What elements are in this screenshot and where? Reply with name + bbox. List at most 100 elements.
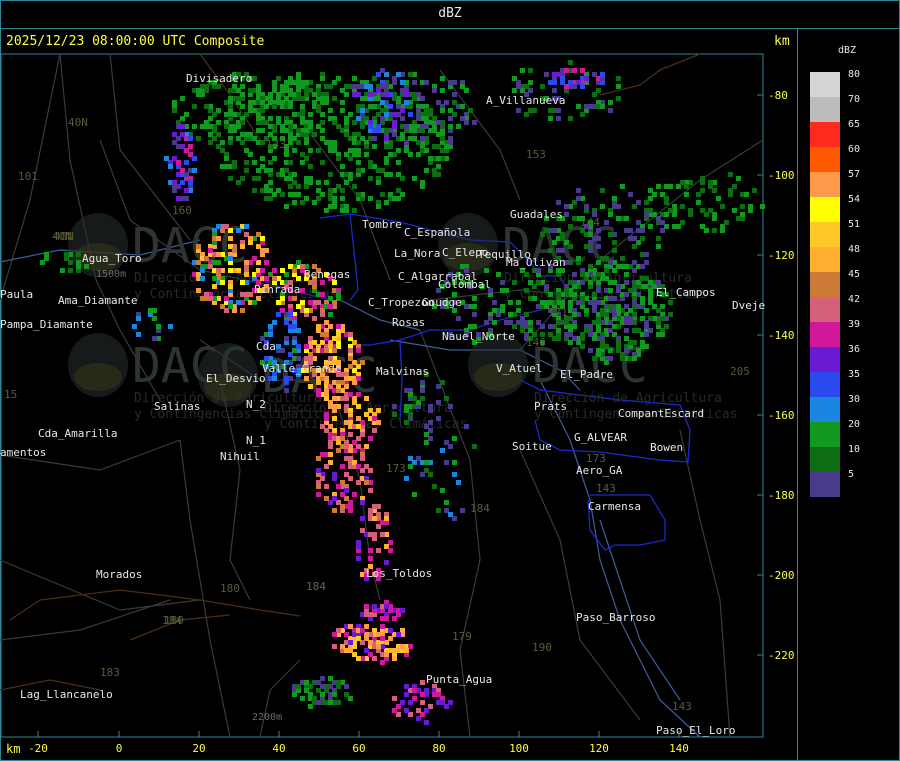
radar-echo-pixel xyxy=(276,300,281,305)
radar-echo-pixel xyxy=(300,80,305,85)
radar-echo-pixel xyxy=(308,124,313,129)
place-label: Lag_Llancanelo xyxy=(20,688,113,701)
radar-echo-pixel xyxy=(556,292,561,297)
radar-echo-pixel xyxy=(64,256,69,261)
radar-echo-pixel xyxy=(400,116,405,121)
watermark-subtitle: y Contingencias Climáticas xyxy=(134,287,338,302)
radar-echo-pixel xyxy=(648,300,653,305)
radar-echo-pixel xyxy=(392,112,397,117)
radar-echo-pixel xyxy=(240,104,245,109)
radar-echo-pixel xyxy=(628,192,633,197)
route-number: 153 xyxy=(526,148,546,161)
y-tick-label: -180 xyxy=(768,489,795,502)
radar-echo-pixel xyxy=(352,84,357,89)
radar-echo-pixel xyxy=(424,168,429,173)
radar-echo-pixel xyxy=(668,300,673,305)
radar-echo-pixel xyxy=(384,160,389,165)
radar-echo-pixel xyxy=(452,472,457,477)
radar-echo-pixel xyxy=(320,476,325,481)
radar-echo-pixel xyxy=(464,120,469,125)
radar-echo-pixel xyxy=(308,112,313,117)
radar-echo-pixel xyxy=(548,108,553,113)
place-label: Pampa_Diamante xyxy=(0,318,93,331)
radar-echo-pixel xyxy=(492,320,497,325)
x-tick-label: -20 xyxy=(28,742,48,755)
radar-echo-pixel xyxy=(624,228,629,233)
radar-echo-pixel xyxy=(740,204,745,209)
radar-echo-pixel xyxy=(616,76,621,81)
radar-echo-pixel xyxy=(440,76,445,81)
radar-echo-pixel xyxy=(304,680,309,685)
radar-echo-pixel xyxy=(224,124,229,129)
province-border xyxy=(599,53,701,96)
radar-echo-pixel xyxy=(372,428,377,433)
radar-echo-pixel xyxy=(616,340,621,345)
radar-echo-pixel xyxy=(288,132,293,137)
radar-echo-pixel xyxy=(256,88,261,93)
radar-echo-pixel xyxy=(244,260,249,265)
radar-echo-pixel xyxy=(220,280,225,285)
radar-echo-pixel xyxy=(580,68,585,73)
radar-echo-pixel xyxy=(384,560,389,565)
y-tick-label: -200 xyxy=(768,569,795,582)
radar-echo-pixel xyxy=(404,100,409,105)
radar-echo-pixel xyxy=(660,228,665,233)
radar-echo-pixel xyxy=(368,612,373,617)
place-label: Malvinas xyxy=(376,365,429,378)
radar-echo-pixel xyxy=(348,356,353,361)
radar-echo-pixel xyxy=(452,100,457,105)
radar-echo-pixel xyxy=(568,244,573,249)
radar-echo-pixel xyxy=(268,180,273,185)
radar-echo-pixel xyxy=(656,280,661,285)
place-label: G_ALVEAR xyxy=(574,431,627,444)
radar-echo-pixel xyxy=(460,508,465,513)
y-tick-label: -160 xyxy=(768,409,795,422)
radar-echo-pixel xyxy=(392,132,397,137)
route-number: 101 xyxy=(18,170,38,183)
radar-echo-pixel xyxy=(404,476,409,481)
radar-echo-pixel xyxy=(316,380,321,385)
route-number: 40N xyxy=(54,230,74,243)
radar-echo-pixel xyxy=(688,208,693,213)
radar-echo-pixel xyxy=(260,100,265,105)
radar-echo-pixel xyxy=(420,396,425,401)
radar-echo-pixel xyxy=(260,268,265,273)
radar-echo-pixel xyxy=(508,312,513,317)
radar-echo-pixel xyxy=(412,176,417,181)
radar-echo-pixel xyxy=(624,264,629,269)
radar-echo-pixel xyxy=(636,200,641,205)
radar-echo-pixel xyxy=(332,96,337,101)
place-label: N_2 xyxy=(246,398,266,411)
radar-echo-pixel xyxy=(356,160,361,165)
radar-echo-pixel xyxy=(340,164,345,169)
radar-echo-pixel xyxy=(296,184,301,189)
radar-echo-pixel xyxy=(276,312,281,317)
radar-echo-pixel xyxy=(568,60,573,65)
radar-echo-pixel xyxy=(348,148,353,153)
radar-echo-pixel xyxy=(268,92,273,97)
radar-echo-pixel xyxy=(300,288,305,293)
radar-echo-pixel xyxy=(296,344,301,349)
radar-echo-pixel xyxy=(344,92,349,97)
radar-echo-pixel xyxy=(392,404,397,409)
radar-echo-pixel xyxy=(212,284,217,289)
radar-echo-pixel xyxy=(464,88,469,93)
radar-echo-pixel xyxy=(596,244,601,249)
radar-echo-pixel xyxy=(184,112,189,117)
radar-echo-pixel xyxy=(448,80,453,85)
route-number: 183 xyxy=(100,666,120,679)
radar-echo-pixel xyxy=(500,308,505,313)
radar-echo-pixel xyxy=(196,244,201,249)
radar-echo-pixel xyxy=(436,416,441,421)
radar-echo-pixel xyxy=(616,84,621,89)
legend-swatch xyxy=(810,397,840,422)
radar-echo-pixel xyxy=(384,112,389,117)
radar-echo-pixel xyxy=(276,92,281,97)
radar-echo-pixel xyxy=(404,708,409,713)
radar-map[interactable]: DACCDirección de Agriculturay Contingenc… xyxy=(0,0,900,761)
radar-echo-pixel xyxy=(288,176,293,181)
place-label: El_Padre xyxy=(560,368,613,381)
legend-swatch xyxy=(810,447,840,472)
radar-echo-pixel xyxy=(660,316,665,321)
radar-echo-pixel xyxy=(344,456,349,461)
